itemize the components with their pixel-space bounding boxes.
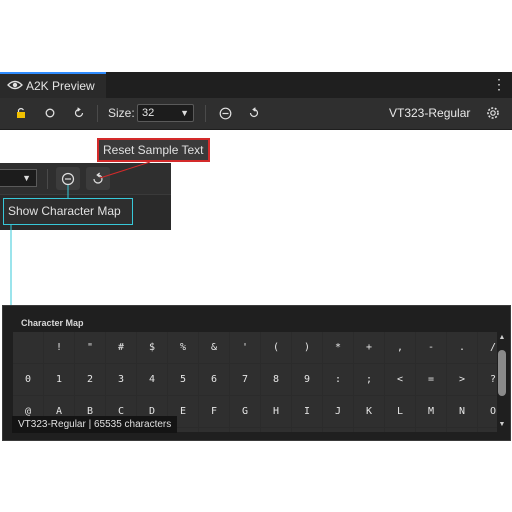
character-cell[interactable]: K (354, 396, 384, 427)
show-character-map-callout: Show Character Map (3, 198, 133, 225)
character-cell[interactable]: ! (44, 332, 74, 363)
scrollbar-thumb[interactable] (498, 350, 506, 396)
character-cell[interactable]: / (478, 332, 497, 363)
character-cell[interactable]: J (323, 396, 353, 427)
scroll-down-icon[interactable]: ▼ (497, 421, 507, 428)
character-cell[interactable]: " (75, 332, 105, 363)
character-cell[interactable]: X (261, 428, 291, 432)
character-cell[interactable]: > (447, 364, 477, 395)
character-row: ! " # $% & '() * +, -. / (13, 332, 497, 363)
character-cell[interactable] (13, 332, 43, 363)
red-connector (99, 161, 151, 179)
character-cell[interactable]: N (447, 396, 477, 427)
character-cell[interactable]: 1 (44, 364, 74, 395)
character-map-scrollbar[interactable]: ▲ ▼ (497, 332, 507, 432)
character-cell[interactable]: H (261, 396, 291, 427)
character-cell[interactable]: : (323, 364, 353, 395)
character-cell[interactable]: 0 (13, 364, 43, 395)
scroll-up-icon[interactable]: ▲ (497, 334, 507, 341)
character-cell[interactable]: $ (137, 332, 167, 363)
reset-sample-text-callout: Reset Sample Text (97, 138, 210, 162)
character-map-status: VT323-Regular | 65535 characters (12, 416, 178, 433)
character-cell[interactable]: 5 (168, 364, 198, 395)
character-cell[interactable]: W (230, 428, 260, 432)
character-cell[interactable]: 3 (106, 364, 136, 395)
character-cell[interactable]: - (416, 332, 446, 363)
character-row: 0 1 2 3 4 5 6 7 8 9:; < = >? (13, 364, 497, 395)
character-cell[interactable]: ; (354, 364, 384, 395)
character-cell[interactable]: ( (261, 332, 291, 363)
character-cell[interactable]: F (199, 396, 229, 427)
character-cell[interactable]: 4 (137, 364, 167, 395)
character-cell[interactable]: 7 (230, 364, 260, 395)
character-cell[interactable]: _ (478, 428, 497, 432)
character-map-title: Character Map (21, 318, 84, 328)
character-cell[interactable]: % (168, 332, 198, 363)
character-cell[interactable]: I (292, 396, 322, 427)
character-cell[interactable]: ' (230, 332, 260, 363)
character-cell[interactable]: < (385, 364, 415, 395)
character-cell[interactable]: ? (478, 364, 497, 395)
character-cell[interactable]: = (416, 364, 446, 395)
character-cell[interactable]: Z (323, 428, 353, 432)
character-cell[interactable]: M (416, 396, 446, 427)
character-cell[interactable]: L (385, 396, 415, 427)
character-map-panel: Character Map ! " # $% & '() * +, -./0 1 2 3 4 5 6 7 8 9:… (2, 305, 511, 441)
character-cell[interactable]: 8 (261, 364, 291, 395)
character-cell[interactable]: * (323, 332, 353, 363)
character-cell[interactable]: ] (416, 428, 446, 432)
character-cell[interactable]: & (199, 332, 229, 363)
character-cell[interactable]: O (478, 396, 497, 427)
character-cell[interactable]: . (447, 332, 477, 363)
character-cell[interactable]: + (354, 332, 384, 363)
character-cell[interactable]: 9 (292, 364, 322, 395)
character-cell[interactable]: , (385, 332, 415, 363)
character-cell[interactable]: [ (354, 428, 384, 432)
character-cell[interactable]: ) (292, 332, 322, 363)
character-cell[interactable]: ^ (447, 428, 477, 432)
character-cell[interactable]: 6 (199, 364, 229, 395)
character-cell[interactable]: 2 (75, 364, 105, 395)
character-cell[interactable]: \ (385, 428, 415, 432)
character-cell[interactable]: Y (292, 428, 322, 432)
character-cell[interactable]: # (106, 332, 136, 363)
character-cell[interactable]: V (199, 428, 229, 432)
character-cell[interactable]: G (230, 396, 260, 427)
